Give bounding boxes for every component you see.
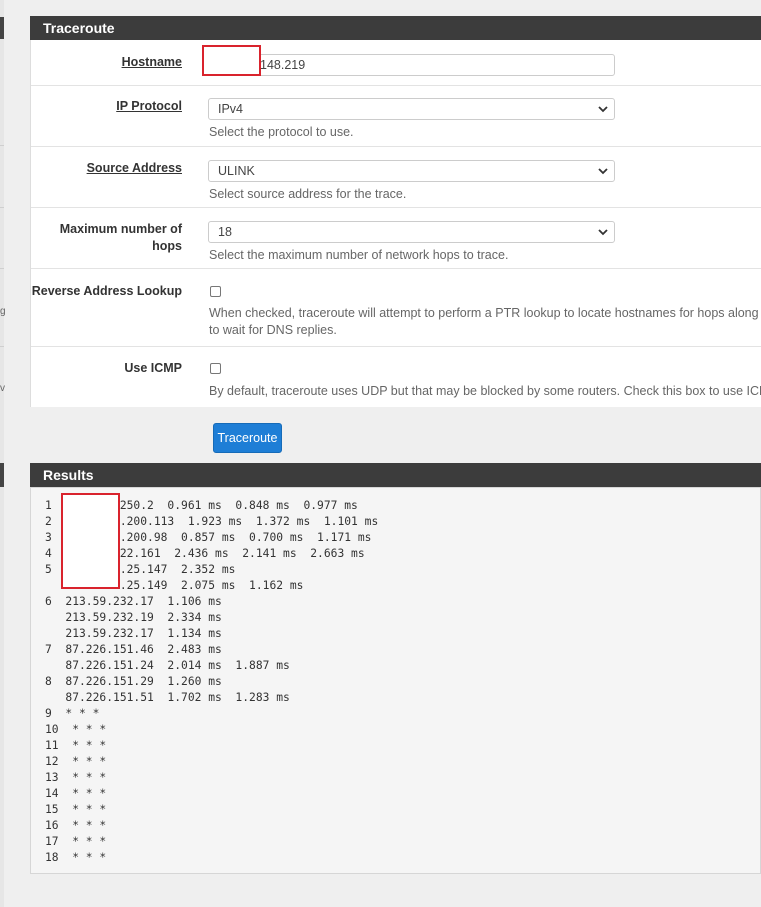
result-line: 11 * * *: [45, 739, 107, 752]
result-line: 8 87.226.151.29 1.260 ms: [45, 675, 222, 688]
left-edge-heading-mark: [0, 463, 4, 487]
reverse-lookup-checkbox[interactable]: [210, 286, 221, 297]
max-hops-select[interactable]: 18: [208, 221, 615, 243]
left-edge-glyph: v: [0, 383, 5, 394]
result-line: 9 * * *: [45, 707, 100, 720]
ip-protocol-help: Select the protocol to use.: [209, 125, 354, 139]
max-hops-value: 18: [218, 225, 232, 239]
result-line: 16 * * *: [45, 819, 107, 832]
source-address-help: Select source address for the trace.: [209, 187, 407, 201]
hostname-input[interactable]: 148.219: [208, 54, 615, 76]
use-icmp-row: Use ICMP By default, traceroute uses UDP…: [31, 347, 761, 407]
chevron-down-icon: [598, 106, 608, 113]
redaction-box: [202, 45, 261, 76]
use-icmp-label: Use ICMP: [124, 361, 182, 375]
ip-protocol-row: IP Protocol IPv4 Select the protocol to …: [31, 86, 761, 147]
ip-protocol-select[interactable]: IPv4: [208, 98, 615, 120]
result-line: 213.59.232.19 2.334 ms: [45, 611, 222, 624]
result-line: 14 * * *: [45, 787, 107, 800]
max-hops-label-line2: hops: [152, 239, 182, 253]
use-icmp-checkbox[interactable]: [210, 363, 221, 374]
result-line: 18 * * *: [45, 851, 107, 864]
result-line: 213.59.232.17 1.134 ms: [45, 627, 222, 640]
reverse-lookup-help-line1: When checked, traceroute will attempt to…: [209, 306, 759, 320]
max-hops-label-line1: Maximum number of: [59, 222, 182, 236]
left-edge-divider: [0, 268, 4, 269]
reverse-lookup-label: Reverse Address Lookup: [31, 284, 182, 298]
reverse-lookup-help: When checked, traceroute will attempt to…: [209, 305, 759, 339]
traceroute-panel-title: Traceroute: [30, 16, 761, 40]
result-line: 15 * * *: [45, 803, 107, 816]
ip-protocol-label: IP Protocol: [116, 99, 182, 113]
result-line: 12 * * *: [45, 755, 107, 768]
result-line: 17 * * *: [45, 835, 107, 848]
left-edge-divider: [0, 207, 4, 208]
chevron-down-icon: [598, 229, 608, 236]
use-icmp-help: By default, traceroute uses UDP but that…: [209, 384, 761, 398]
hostname-row: Hostname 148.219: [31, 40, 761, 86]
results-panel-title: Results: [30, 463, 761, 487]
result-line: 7 87.226.151.46 2.483 ms: [45, 643, 222, 656]
traceroute-form: Hostname 148.219 IP Protocol IPv4 Select…: [30, 40, 761, 407]
reverse-lookup-row: Reverse Address Lookup When checked, tra…: [31, 269, 761, 347]
left-edge-divider: [0, 346, 4, 347]
chevron-down-icon: [598, 168, 608, 175]
max-hops-label: Maximum number of hops: [31, 221, 182, 255]
left-edge-glyph: g: [0, 306, 6, 317]
left-edge-divider: [0, 145, 4, 146]
max-hops-row: Maximum number of hops 18 Select the max…: [31, 208, 761, 269]
left-edge-strip: [0, 0, 4, 907]
results-output: 1 250.2 0.961 ms 0.848 ms 0.977 ms 2 .20…: [30, 487, 761, 874]
source-address-select[interactable]: ULINK: [208, 160, 615, 182]
hostname-value: 148.219: [260, 58, 306, 72]
result-line: 87.226.151.24 2.014 ms 1.887 ms: [45, 659, 290, 672]
hostname-label: Hostname: [121, 55, 182, 69]
result-line: 87.226.151.51 1.702 ms 1.283 ms: [45, 691, 290, 704]
source-address-row: Source Address ULINK Select source addre…: [31, 147, 761, 208]
ip-protocol-value: IPv4: [218, 102, 244, 116]
result-line: 13 * * *: [45, 771, 107, 784]
result-line: 10 * * *: [45, 723, 107, 736]
source-address-label: Source Address: [86, 161, 182, 175]
reverse-lookup-help-line2: to wait for DNS replies.: [209, 323, 337, 337]
max-hops-help: Select the maximum number of network hop…: [209, 248, 509, 262]
result-line: 6 213.59.232.17 1.106 ms: [45, 595, 222, 608]
source-address-value: ULINK: [218, 164, 255, 178]
traceroute-button[interactable]: Traceroute: [213, 423, 282, 453]
left-edge-heading-mark: [0, 17, 4, 39]
redaction-box: [61, 493, 120, 589]
